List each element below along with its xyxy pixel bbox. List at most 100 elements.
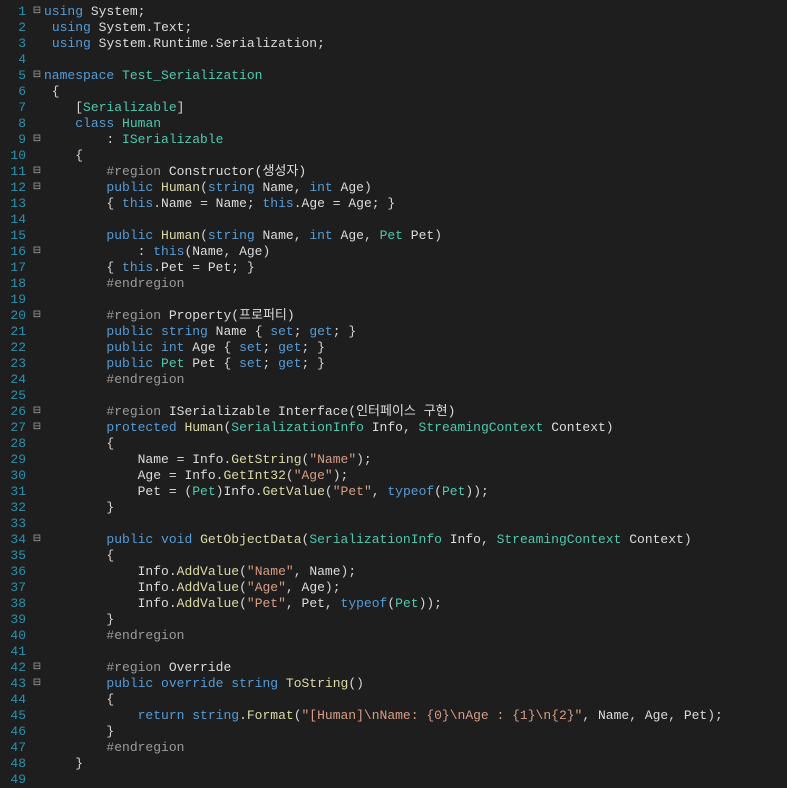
line-number: 28 <box>0 436 30 452</box>
line-number: 25 <box>0 388 30 404</box>
fold-toggle-icon <box>30 580 44 596</box>
fold-toggle-icon <box>30 564 44 580</box>
fold-toggle-icon[interactable]: ⊟ <box>30 244 44 260</box>
code-line[interactable]: } <box>44 724 723 740</box>
line-number: 42 <box>0 660 30 676</box>
line-number: 10 <box>0 148 30 164</box>
code-line[interactable]: #endregion <box>44 276 723 292</box>
line-number: 13 <box>0 196 30 212</box>
fold-toggle-icon <box>30 292 44 308</box>
fold-toggle-icon[interactable]: ⊟ <box>30 4 44 20</box>
code-line[interactable]: { this.Name = Name; this.Age = Age; } <box>44 196 723 212</box>
line-number: 20 <box>0 308 30 324</box>
code-line[interactable]: using System; <box>44 4 723 20</box>
code-line[interactable]: namespace Test_Serialization <box>44 68 723 84</box>
line-number: 5 <box>0 68 30 84</box>
code-line[interactable]: { <box>44 548 723 564</box>
code-line[interactable]: return string.Format("[Human]\nName: {0}… <box>44 708 723 724</box>
code-editor[interactable]: 1234567891011121314151617181920212223242… <box>0 0 787 788</box>
fold-toggle-icon <box>30 740 44 756</box>
code-line[interactable]: : this(Name, Age) <box>44 244 723 260</box>
code-line[interactable] <box>44 388 723 404</box>
code-line[interactable] <box>44 52 723 68</box>
line-number: 21 <box>0 324 30 340</box>
fold-toggle-icon[interactable]: ⊟ <box>30 676 44 692</box>
code-line[interactable]: #endregion <box>44 372 723 388</box>
code-line[interactable] <box>44 212 723 228</box>
code-line[interactable]: : ISerializable <box>44 132 723 148</box>
code-line[interactable]: #region Constructor(생성자) <box>44 164 723 180</box>
fold-toggle-icon[interactable]: ⊟ <box>30 532 44 548</box>
code-line[interactable]: #region ISerializable Interface(인터페이스 구현… <box>44 404 723 420</box>
line-number: 30 <box>0 468 30 484</box>
code-line[interactable]: #region Override <box>44 660 723 676</box>
fold-toggle-icon <box>30 644 44 660</box>
fold-toggle-icon <box>30 228 44 244</box>
code-line[interactable]: protected Human(SerializationInfo Info, … <box>44 420 723 436</box>
line-number: 39 <box>0 612 30 628</box>
code-line[interactable]: #endregion <box>44 628 723 644</box>
line-number: 40 <box>0 628 30 644</box>
code-line[interactable]: #endregion <box>44 740 723 756</box>
fold-toggle-icon[interactable]: ⊟ <box>30 404 44 420</box>
code-line[interactable]: Age = Info.GetInt32("Age"); <box>44 468 723 484</box>
fold-toggle-icon[interactable]: ⊟ <box>30 132 44 148</box>
fold-toggle-icon[interactable]: ⊟ <box>30 68 44 84</box>
line-number: 12 <box>0 180 30 196</box>
code-line[interactable]: } <box>44 500 723 516</box>
line-number: 3 <box>0 36 30 52</box>
code-line[interactable]: Info.AddValue("Age", Age); <box>44 580 723 596</box>
code-line[interactable]: } <box>44 612 723 628</box>
code-line[interactable]: } <box>44 756 723 772</box>
code-line[interactable]: Name = Info.GetString("Name"); <box>44 452 723 468</box>
code-line[interactable]: Info.AddValue("Name", Name); <box>44 564 723 580</box>
code-line[interactable]: { <box>44 692 723 708</box>
line-number: 17 <box>0 260 30 276</box>
fold-toggle-icon[interactable]: ⊟ <box>30 420 44 436</box>
code-line[interactable]: using System.Text; <box>44 20 723 36</box>
code-line[interactable]: Pet = (Pet)Info.GetValue("Pet", typeof(P… <box>44 484 723 500</box>
fold-toggle-icon <box>30 100 44 116</box>
code-line[interactable] <box>44 292 723 308</box>
fold-toggle-icon <box>30 596 44 612</box>
code-line[interactable] <box>44 516 723 532</box>
line-number: 31 <box>0 484 30 500</box>
code-line[interactable]: public Pet Pet { set; get; } <box>44 356 723 372</box>
fold-toggle-icon <box>30 116 44 132</box>
code-line[interactable]: Info.AddValue("Pet", Pet, typeof(Pet)); <box>44 596 723 612</box>
line-number: 36 <box>0 564 30 580</box>
code-line[interactable]: { <box>44 148 723 164</box>
code-line[interactable]: #region Property(프로퍼티) <box>44 308 723 324</box>
fold-toggle-icon[interactable]: ⊟ <box>30 180 44 196</box>
code-line[interactable]: public string Name { set; get; } <box>44 324 723 340</box>
line-number: 32 <box>0 500 30 516</box>
code-line[interactable]: public void GetObjectData(SerializationI… <box>44 532 723 548</box>
code-line[interactable]: public Human(string Name, int Age, Pet P… <box>44 228 723 244</box>
code-line[interactable]: [Serializable] <box>44 100 723 116</box>
code-line[interactable]: { <box>44 436 723 452</box>
code-line[interactable] <box>44 644 723 660</box>
line-number: 23 <box>0 356 30 372</box>
line-number: 7 <box>0 100 30 116</box>
code-line[interactable]: public override string ToString() <box>44 676 723 692</box>
fold-column[interactable]: ⊟⊟⊟⊟⊟⊟⊟⊟⊟⊟⊟⊟ <box>30 0 44 788</box>
fold-toggle-icon <box>30 468 44 484</box>
code-line[interactable]: using System.Runtime.Serialization; <box>44 36 723 52</box>
code-line[interactable]: class Human <box>44 116 723 132</box>
line-number: 2 <box>0 20 30 36</box>
line-number: 38 <box>0 596 30 612</box>
fold-toggle-icon[interactable]: ⊟ <box>30 660 44 676</box>
line-number: 43 <box>0 676 30 692</box>
code-line[interactable]: public int Age { set; get; } <box>44 340 723 356</box>
fold-toggle-icon <box>30 708 44 724</box>
line-number: 15 <box>0 228 30 244</box>
code-line[interactable]: public Human(string Name, int Age) <box>44 180 723 196</box>
fold-toggle-icon[interactable]: ⊟ <box>30 164 44 180</box>
code-line[interactable]: { this.Pet = Pet; } <box>44 260 723 276</box>
fold-toggle-icon <box>30 628 44 644</box>
code-line[interactable]: { <box>44 84 723 100</box>
line-number: 16 <box>0 244 30 260</box>
fold-toggle-icon[interactable]: ⊟ <box>30 308 44 324</box>
code-area[interactable]: using System; using System.Text; using S… <box>44 0 723 788</box>
fold-toggle-icon <box>30 340 44 356</box>
